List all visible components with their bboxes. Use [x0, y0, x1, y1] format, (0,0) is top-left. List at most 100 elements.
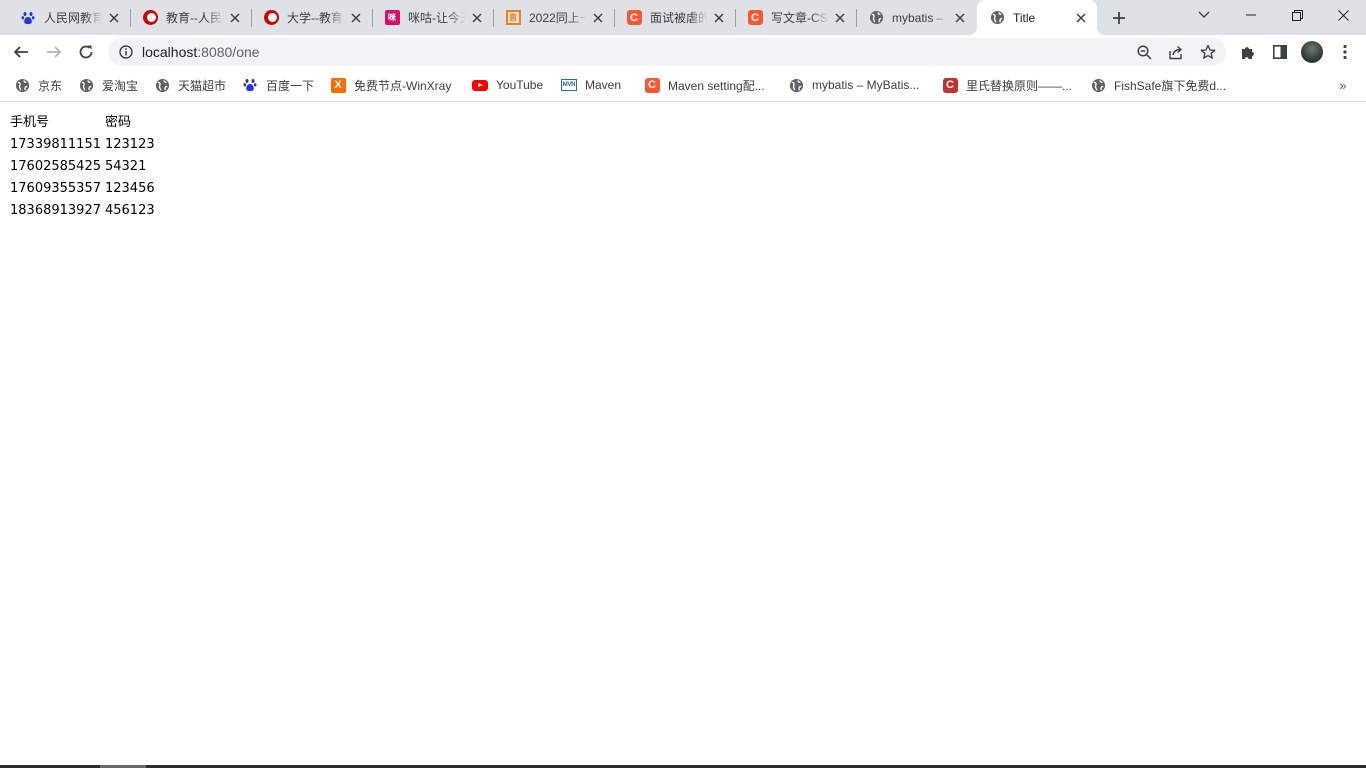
- migu-icon: 咪: [384, 10, 400, 26]
- puzzle-icon: [1242, 47, 1254, 59]
- bookmark-label: 免费节点-WinXray: [354, 78, 452, 93]
- bookmark-lishi-tihuan[interactable]: C 里氏替换原则——...: [942, 76, 1072, 94]
- close-icon[interactable]: [952, 10, 968, 26]
- close-icon[interactable]: [227, 10, 243, 26]
- bookmark-winxray[interactable]: X 免费节点-WinXray: [330, 76, 451, 94]
- reload-icon: [79, 45, 93, 59]
- bookmark-jingdong[interactable]: 京东: [14, 76, 62, 94]
- table-row: 18368913927 456123: [9, 201, 156, 221]
- close-icon[interactable]: [711, 10, 727, 26]
- extensions-button[interactable]: [1235, 39, 1261, 65]
- bookmark-label: Maven: [585, 78, 622, 92]
- tab-jiaoyu-renminwang[interactable]: 教育--人民网: [130, 0, 251, 35]
- globe-icon: [154, 77, 170, 93]
- new-tab-button[interactable]: [1108, 7, 1130, 29]
- baidu-icon: [20, 10, 36, 26]
- bookmark-maven[interactable]: MVN Maven: [561, 76, 621, 94]
- bookmark-aitaobao[interactable]: 爱淘宝: [78, 76, 138, 94]
- people-daily-icon: [142, 10, 158, 26]
- header-phone: 手机号: [10, 115, 50, 130]
- bookmark-tianmao-chaoshi[interactable]: 天猫超市: [154, 76, 226, 94]
- close-icon[interactable]: [832, 10, 848, 26]
- bookmark-label: FishSafe旗下免费d...: [1114, 78, 1227, 93]
- cell-phone: 18368913927: [10, 203, 101, 218]
- zoom-icon[interactable]: [1134, 42, 1154, 62]
- bookmarks-overflow-button[interactable]: »: [1334, 76, 1352, 94]
- bookmark-fishsafe[interactable]: FishSafe旗下免费d...: [1090, 76, 1226, 94]
- url-host: localhost: [142, 44, 198, 60]
- bookmark-label: 里氏替换原则——...: [966, 78, 1073, 93]
- bookmark-maven-setting[interactable]: C Maven setting配...: [644, 76, 765, 94]
- tab-title: 大学--教育: [287, 11, 343, 25]
- close-icon: [1337, 9, 1349, 21]
- cell-password: 123456: [104, 181, 155, 196]
- url-path: :8080/one: [197, 44, 260, 60]
- bookmark-mybatis[interactable]: mybatis – MyBatis...: [788, 76, 919, 94]
- tab-title: 面试被虐的: [650, 11, 708, 25]
- csdn-icon: C: [644, 77, 660, 93]
- tab-title: 咪咕-让今天: [408, 11, 466, 25]
- side-panel-icon: [1273, 45, 1287, 59]
- maven-icon: MVN: [561, 77, 577, 93]
- tab-2022-tongshang[interactable]: 直 2022同上一: [493, 0, 614, 35]
- tongshang-icon: 直: [505, 10, 521, 26]
- close-icon[interactable]: [590, 10, 606, 26]
- tab-migu[interactable]: 咪 咪咕-让今天: [372, 0, 493, 35]
- bookmark-baidu[interactable]: 百度一下: [242, 76, 314, 94]
- bookmark-label: Maven setting配...: [668, 78, 765, 93]
- table-row: 17609355357 123456: [9, 179, 156, 199]
- chevron-down-icon: [1198, 11, 1210, 18]
- tab-search-button[interactable]: [1181, 0, 1227, 30]
- cell-password: 54321: [104, 159, 147, 174]
- tab-title-active[interactable]: Title: [969, 0, 1105, 35]
- tab-mybatis[interactable]: mybatis –: [856, 0, 976, 35]
- tab-title: mybatis –: [892, 10, 944, 25]
- close-icon[interactable]: [469, 10, 485, 26]
- tab-mianshi[interactable]: C 面试被虐的: [614, 0, 735, 35]
- restore-icon: [1291, 9, 1303, 21]
- plus-icon: [1113, 12, 1125, 24]
- csdn-icon: C: [626, 10, 642, 26]
- globe-icon: [868, 10, 884, 26]
- tab-title: 人民网教育: [44, 11, 102, 25]
- table-row: 17339811151 123123: [9, 135, 156, 155]
- close-icon[interactable]: [348, 10, 364, 26]
- share-icon[interactable]: [1166, 42, 1186, 62]
- info-icon[interactable]: [118, 44, 134, 60]
- tab-renminwang-jiaoyu[interactable]: 人民网教育: [8, 0, 130, 35]
- bookmark-label: mybatis – MyBatis...: [812, 78, 920, 92]
- cell-phone: 17339811151: [10, 137, 101, 152]
- cell-phone: 17609355357: [10, 181, 101, 196]
- restore-button[interactable]: [1274, 0, 1320, 30]
- tab-daxue-jiaoyu[interactable]: 大学--教育: [251, 0, 372, 35]
- minimize-button[interactable]: [1228, 0, 1274, 30]
- tab-title: 写文章-CSDN: [771, 11, 829, 25]
- profile-avatar[interactable]: [1301, 41, 1323, 63]
- globe-icon: [989, 10, 1005, 26]
- side-panel-button[interactable]: [1267, 39, 1293, 65]
- back-button[interactable]: [8, 39, 34, 65]
- close-icon[interactable]: [1073, 10, 1089, 26]
- bookmark-label: YouTube: [496, 78, 544, 92]
- table-header-row: 手机号 密码: [9, 113, 156, 133]
- bookmark-label: 爱淘宝: [102, 78, 139, 93]
- bookmark-youtube[interactable]: YouTube: [472, 76, 543, 94]
- people-daily-icon: [263, 10, 279, 26]
- menu-button[interactable]: [1332, 39, 1358, 65]
- arrow-left-icon: [13, 46, 28, 58]
- address-bar[interactable]: localhost:8080/one: [108, 38, 1226, 66]
- tab-title: Title: [1013, 10, 1036, 25]
- star-icon[interactable]: [1198, 42, 1218, 62]
- reload-button[interactable]: [73, 39, 99, 65]
- header-password: 密码: [104, 115, 131, 130]
- url-text[interactable]: localhost:8080/one: [142, 44, 260, 60]
- tab-xiewenzhang-csdn[interactable]: C 写文章-CSDN: [735, 0, 856, 35]
- winxray-icon: X: [330, 77, 346, 93]
- forward-button[interactable]: [41, 39, 67, 65]
- close-window-button[interactable]: [1320, 0, 1366, 30]
- globe-icon: [78, 77, 94, 93]
- globe-icon: [1090, 77, 1106, 93]
- close-icon[interactable]: [106, 10, 122, 26]
- cell-password: 123123: [104, 137, 155, 152]
- csdn-red-icon: C: [942, 77, 958, 93]
